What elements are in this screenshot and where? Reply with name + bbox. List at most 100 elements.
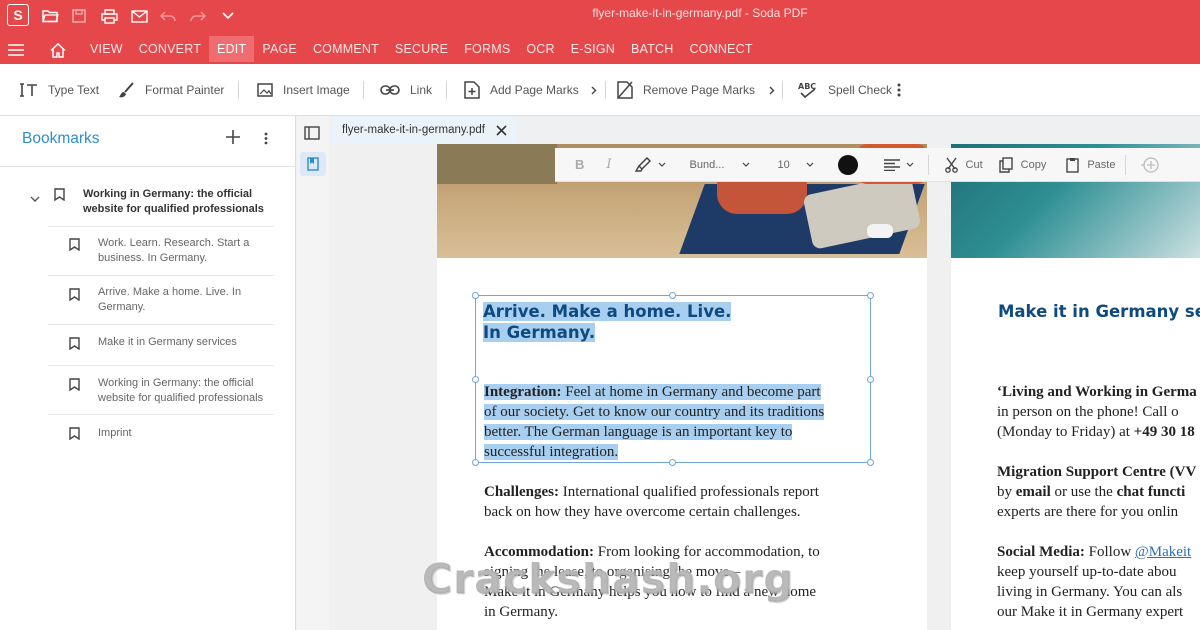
add-bookmark-icon[interactable]: [226, 130, 242, 146]
remove-page-marks-button[interactable]: Remove Page Marks: [617, 64, 775, 116]
chevron-down-icon: [806, 162, 813, 167]
toolbar-divider: [782, 81, 783, 99]
resize-handle[interactable]: [472, 292, 479, 299]
link-label: Link: [410, 83, 433, 97]
type-text-button[interactable]: Type Text: [20, 64, 99, 116]
social-handle-link[interactable]: @Makeit: [1135, 544, 1191, 560]
type-text-label: Type Text: [48, 83, 100, 97]
main-menu: VIEW CONVERT EDIT PAGE COMMENT SECURE FO…: [82, 36, 761, 62]
scissors-icon: [944, 157, 958, 173]
bookmark-item-imprint[interactable]: Imprint: [98, 426, 268, 441]
brush-icon: [119, 81, 134, 97]
format-painter-label: Format Painter: [145, 83, 225, 97]
copy-button[interactable]: Copy: [998, 156, 1047, 173]
link-button[interactable]: Link: [380, 64, 432, 116]
add-circle-icon: [1141, 156, 1160, 173]
cut-button[interactable]: Cut: [944, 157, 983, 173]
menu-edit[interactable]: EDIT: [209, 36, 255, 62]
resize-handle[interactable]: [472, 459, 479, 466]
chevron-right-icon: [769, 86, 775, 94]
copy-label: Copy: [1020, 158, 1047, 171]
pdf-page-2: Make it in Germany servi ‘Living and Wor…: [951, 144, 1200, 630]
spell-check-button[interactable]: ABC Spell Check: [798, 64, 892, 116]
bookmark-item-work-learn[interactable]: Work. Learn. Research. Start a business.…: [98, 236, 268, 266]
collapse-chevron-icon[interactable]: [30, 190, 40, 208]
social-label: Social Media:: [997, 544, 1085, 560]
toolbar-divider: [446, 81, 447, 99]
bookmark-icon: [69, 337, 80, 351]
divider: [48, 275, 274, 276]
add-page-marks-button[interactable]: Add Page Marks: [464, 64, 597, 116]
text-line: Follow: [1084, 544, 1135, 560]
bookmarks-panel-tab[interactable]: [300, 152, 326, 176]
highlight-color-button[interactable]: [634, 156, 666, 173]
integration-label: Integration:: [484, 384, 562, 400]
text-line: experts are there for you onlin: [997, 504, 1179, 520]
menu-batch[interactable]: BATCH: [623, 36, 681, 62]
link-icon: [380, 85, 400, 95]
cut-label: Cut: [965, 158, 983, 171]
resize-handle[interactable]: [867, 376, 874, 383]
divider: [48, 365, 274, 366]
divider: [927, 154, 929, 175]
remove-page-marks-icon: [617, 81, 633, 99]
menu-secure[interactable]: SECURE: [387, 36, 456, 62]
paste-button[interactable]: Paste: [1066, 157, 1115, 173]
document-tab[interactable]: flyer-make-it-in-germany.pdf: [332, 116, 517, 144]
font-size-value: 10: [777, 158, 790, 171]
resize-handle[interactable]: [867, 459, 874, 466]
chevron-down-icon: [742, 162, 749, 167]
font-family-select[interactable]: Bund...: [690, 159, 742, 171]
bookmark-icon: [69, 238, 80, 252]
watermark-text: Crackshash.org: [422, 555, 794, 603]
menu-comment[interactable]: COMMENT: [305, 36, 387, 62]
menu-ocr[interactable]: OCR: [518, 36, 562, 62]
challenges-label: Challenges:: [484, 484, 559, 500]
bold-button[interactable]: B: [575, 157, 584, 172]
bookmark-icon: [54, 188, 65, 202]
menu-connect[interactable]: CONNECT: [681, 36, 760, 62]
resize-handle[interactable]: [472, 376, 479, 383]
document-tab-label: flyer-make-it-in-germany.pdf: [342, 124, 485, 136]
text-line: by: [997, 484, 1016, 500]
insert-image-button[interactable]: Insert Image: [257, 64, 350, 116]
bookmark-item-arrive[interactable]: Arrive. Make a home. Live. In Germany.: [98, 285, 258, 315]
type-text-icon: [20, 83, 37, 97]
menu-forms[interactable]: FORMS: [456, 36, 518, 62]
image-icon: [257, 83, 273, 97]
divider: [0, 166, 295, 167]
toggle-panel-icon[interactable]: [304, 126, 320, 145]
edit-toolbar: Type Text Format Painter Insert Image Li…: [0, 64, 1200, 116]
page-heading: Arrive. Make a home. Live. In Germany.: [483, 301, 732, 343]
font-size-select[interactable]: 10: [778, 159, 806, 171]
add-button[interactable]: [1140, 156, 1162, 173]
remove-page-marks-label: Remove Page Marks: [643, 83, 756, 97]
text-line: (Monday to Friday) at: [997, 424, 1134, 440]
menu-e-sign[interactable]: E-SIGN: [563, 36, 623, 62]
home-icon[interactable]: [48, 40, 68, 60]
divider: [1125, 154, 1127, 175]
text-color-swatch[interactable]: [837, 154, 858, 175]
menu-page[interactable]: PAGE: [254, 36, 305, 62]
menu-convert[interactable]: CONVERT: [131, 36, 209, 62]
menu-view[interactable]: VIEW: [82, 36, 131, 62]
toolbar-divider: [363, 81, 364, 99]
bookmarks-more-icon[interactable]: [264, 132, 270, 146]
text-line: in person on the phone! Call o: [997, 404, 1179, 420]
hamburger-menu-icon[interactable]: [6, 40, 26, 60]
resize-handle[interactable]: [669, 292, 676, 299]
bookmark-item-working-in-germany[interactable]: Working in Germany: the official website…: [83, 187, 278, 217]
copy-icon: [998, 156, 1013, 173]
align-button[interactable]: [883, 158, 914, 171]
more-options-icon[interactable]: [897, 64, 911, 116]
resize-handle[interactable]: [867, 292, 874, 299]
bookmark-item-services[interactable]: Make it in Germany services: [98, 335, 268, 350]
font-family-value: Bund...: [689, 158, 725, 171]
living-label: ‘Living and Working in Germa: [997, 384, 1197, 400]
italic-button[interactable]: I: [606, 157, 611, 172]
format-painter-button[interactable]: Format Painter: [118, 64, 224, 116]
chevron-down-icon: [906, 162, 913, 167]
bookmark-item-official-website[interactable]: Working in Germany: the official website…: [98, 376, 278, 406]
text-line: keep yourself up-to-date abou: [997, 564, 1177, 580]
divider: [48, 226, 274, 227]
